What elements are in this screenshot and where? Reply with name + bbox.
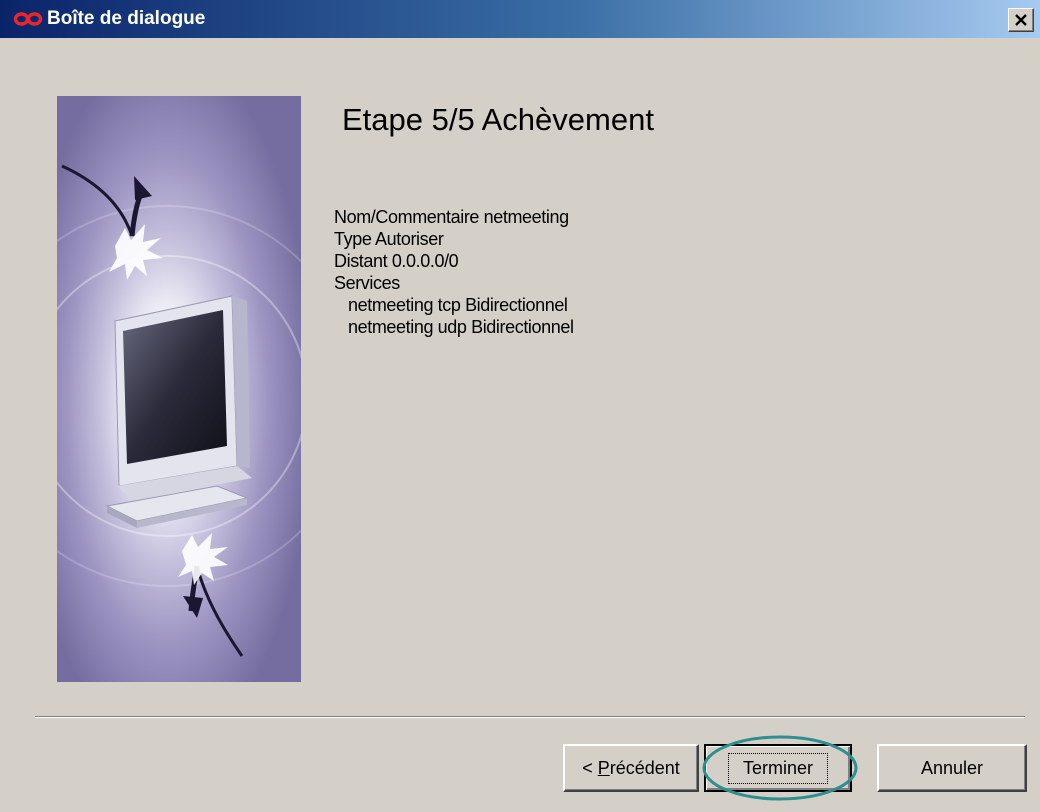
monitor-illustration [57, 96, 301, 682]
finish-button[interactable]: Terminer [704, 744, 852, 792]
summary-services-label: Services [334, 273, 400, 293]
step-title: Etape 5/5 Achèvement [342, 102, 654, 137]
summary-service-item: netmeeting tcp Bidirectionnel [348, 295, 568, 315]
footer-separator [35, 716, 1025, 718]
infinity-logo-icon [13, 12, 43, 26]
summary-type: Type Autoriser [334, 229, 444, 249]
dialog-window: Boîte de dialogue Etape 5/5 Achèvement N… [0, 0, 1040, 812]
summary-service-item: netmeeting udp Bidirectionnel [348, 317, 574, 337]
finish-button-label: Terminer [727, 752, 828, 784]
summary-remote: Distant 0.0.0.0/0 [334, 251, 459, 271]
wizard-side-illustration [57, 96, 301, 682]
window-title: Boîte de dialogue [47, 8, 206, 29]
rule-summary: Nom/Commentaire netmeeting Type Autorise… [334, 206, 574, 338]
close-icon [1015, 14, 1027, 26]
summary-name: Nom/Commentaire netmeeting [334, 207, 569, 227]
previous-button-label: < Précédent [582, 757, 680, 778]
close-button[interactable] [1008, 8, 1034, 32]
cancel-button[interactable]: Annuler [877, 744, 1027, 792]
previous-button[interactable]: < Précédent [563, 744, 699, 792]
title-bar[interactable]: Boîte de dialogue [0, 0, 1040, 38]
cancel-button-label: Annuler [920, 757, 984, 778]
